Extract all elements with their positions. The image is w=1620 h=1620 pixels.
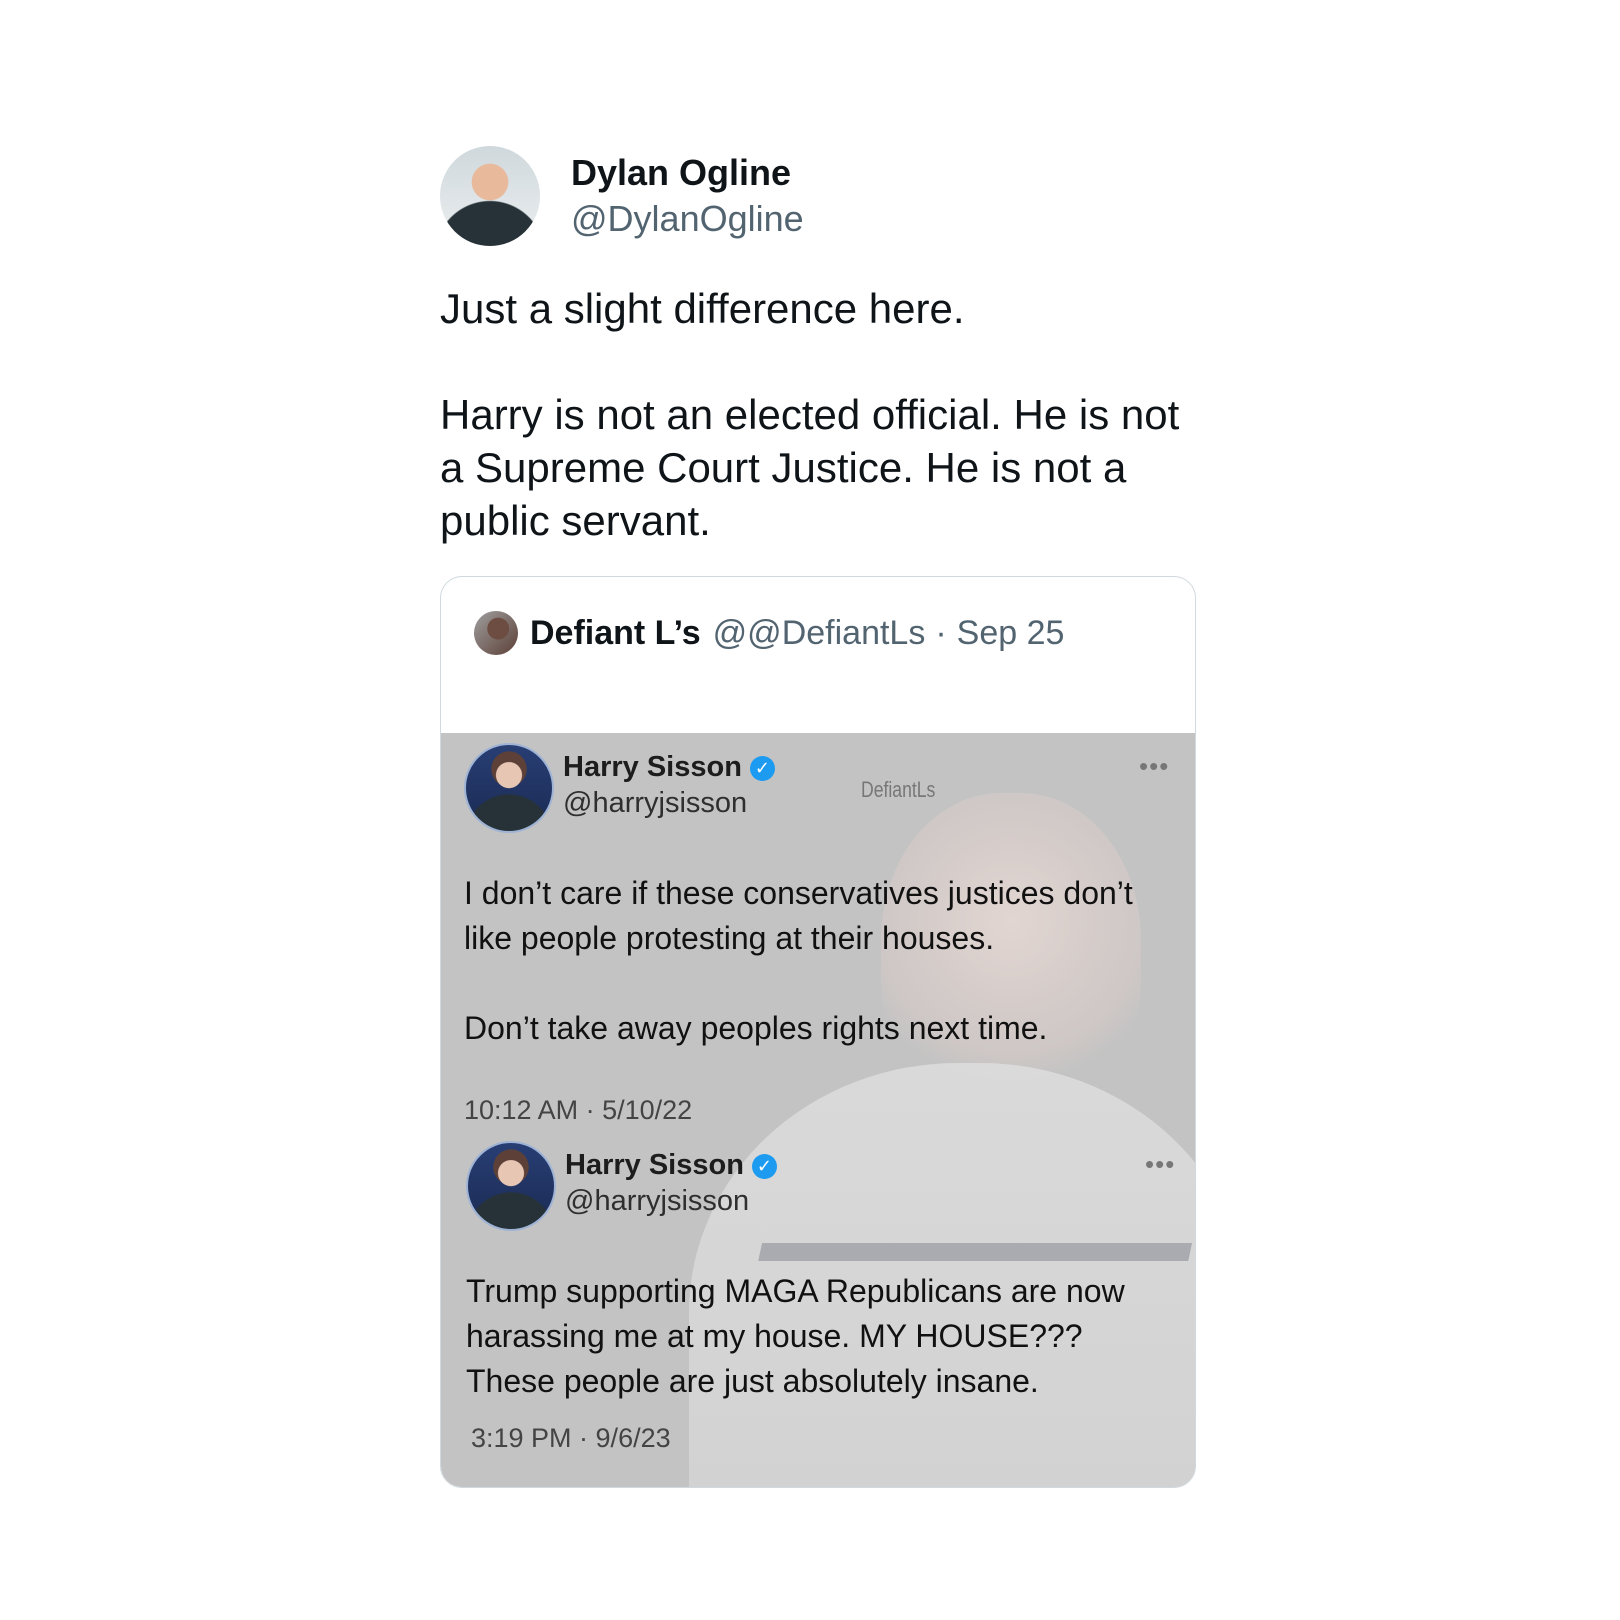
quoted-tweet-card[interactable]: Defiant L’s @@DefiantLs · Sep 25 Defiant…: [440, 576, 1196, 1488]
embedded-tweet-1-name-text: Harry Sisson: [563, 751, 742, 783]
verified-check-icon: ✓: [749, 756, 775, 781]
embedded-tweet-1-time: 10:12 AM · 5/10/22: [464, 1095, 693, 1125]
main-tweet-text: Just a slight difference here. Harry is …: [440, 285, 1180, 544]
header-separator: ·: [935, 613, 947, 652]
quoted-tweet-date[interactable]: Sep 25: [957, 614, 1065, 653]
media-watermark: DefiantLs: [861, 777, 936, 802]
dylan-ogline-avatar[interactable]: [440, 146, 540, 246]
embedded-tweet-1-name: Harry Sisson ✓: [563, 751, 775, 784]
embedded-tweet-1-avatar: [464, 743, 554, 833]
embedded-tweet-2-text: Trump supporting MAGA Republicans are no…: [466, 1273, 1134, 1399]
more-dots-icon: •••: [1139, 751, 1170, 781]
main-author-handle[interactable]: @DylanOgline: [571, 198, 804, 240]
quoted-author-handle[interactable]: @@DefiantLs: [713, 614, 926, 653]
quoted-tweet-header: Defiant L’s @@DefiantLs · Sep 25: [474, 611, 1064, 655]
embedded-tweet-1-text: I don’t care if these conservatives just…: [464, 875, 1133, 1046]
embedded-tweet-2-name: Harry Sisson ✓: [565, 1149, 777, 1182]
verified-check-icon: ✓: [751, 1154, 777, 1179]
quoted-author-name[interactable]: Defiant L’s: [530, 614, 701, 653]
defiant-ls-avatar[interactable]: [474, 611, 518, 655]
embedded-tweet-2-name-text: Harry Sisson: [565, 1149, 744, 1181]
embedded-tweet-1-handle: @harryjsisson: [563, 787, 748, 819]
more-dots-icon: •••: [1145, 1149, 1176, 1179]
embedded-tweet-2-time: 3:19 PM · 9/6/23: [471, 1423, 671, 1453]
embedded-tweet-2-handle: @harryjsisson: [565, 1185, 750, 1217]
embedded-tweet-2-avatar: [466, 1141, 556, 1231]
quoted-media-image[interactable]: DefiantLs Harry Sisson ✓ @harryjsisson ••…: [441, 733, 1195, 1487]
main-author-name[interactable]: Dylan Ogline: [571, 152, 791, 194]
